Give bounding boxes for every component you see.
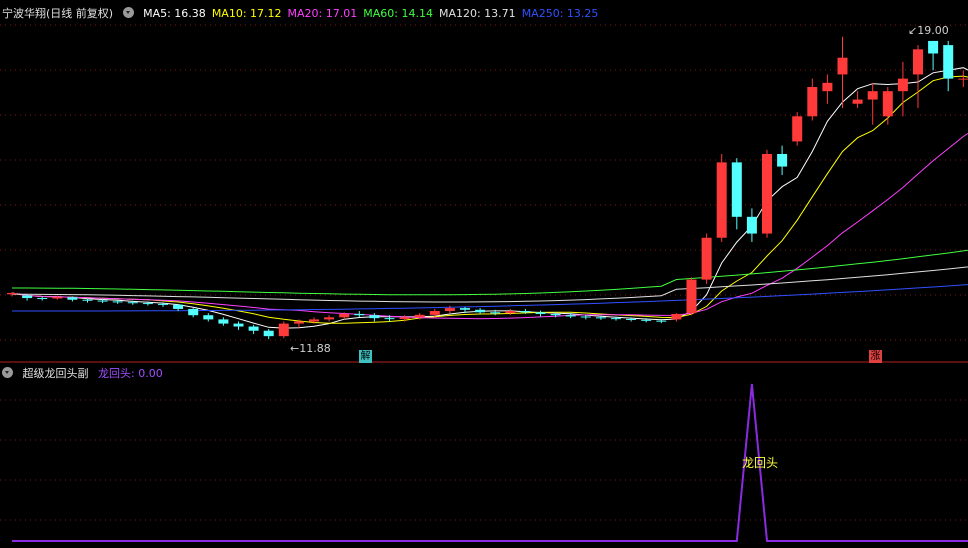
ma-legend-item: MA60: 14.14 — [363, 7, 433, 20]
candle[interactable] — [852, 91, 863, 108]
candle[interactable] — [822, 74, 833, 104]
signal-jie-tag[interactable]: 解 — [359, 350, 372, 363]
ma-legend-item: MA10: 17.12 — [211, 7, 282, 20]
candle[interactable] — [203, 313, 214, 322]
ma5-line — [11, 67, 968, 329]
candle[interactable] — [897, 61, 908, 117]
signal-zhang-tag[interactable]: 涨 — [869, 350, 882, 363]
ma60-line — [12, 249, 968, 296]
candle[interactable] — [369, 313, 380, 322]
ma-legend: MA5: 16.38 MA10: 17.12 MA20: 17.01 MA60: 14… — [143, 7, 604, 20]
longhuitou-line — [12, 383, 968, 542]
indicator-name: 超级龙回头副 — [22, 367, 89, 380]
moving-average-lines — [11, 67, 968, 329]
candle[interactable] — [701, 233, 712, 284]
candle[interactable] — [354, 311, 365, 318]
ma-legend-item: MA250: 13.25 — [521, 7, 599, 20]
candle[interactable] — [263, 329, 274, 340]
candle[interactable] — [928, 40, 939, 71]
candle[interactable] — [746, 208, 757, 242]
candle[interactable] — [188, 308, 199, 318]
candle[interactable] — [475, 308, 486, 314]
candle[interactable] — [943, 40, 954, 92]
candle[interactable] — [278, 321, 289, 339]
high-price-label: ↙19.00 — [908, 24, 949, 37]
indicator-value: 龙回头: 0.00 — [98, 367, 163, 380]
candle[interactable] — [505, 308, 516, 316]
main-dropdown-icon[interactable] — [122, 7, 134, 18]
main-panel-header: 宁波华翔(日线 前复权) MA5: 16.38 MA10: 17.12 MA20: … — [2, 6, 610, 22]
candle[interactable] — [762, 149, 772, 238]
ma10-line — [11, 75, 968, 324]
candle[interactable] — [716, 154, 727, 242]
sub-indicator-plot — [12, 383, 968, 542]
grid-lines — [0, 24, 968, 521]
sub-panel-header: 超级龙回头副 龙回头: 0.00 — [2, 366, 169, 382]
candle[interactable] — [731, 158, 742, 230]
candle[interactable] — [777, 145, 788, 175]
period-label: (日线 前复权) — [46, 7, 114, 20]
candle[interactable] — [173, 303, 184, 312]
ma-legend-item: MA120: 13.71 — [438, 7, 516, 20]
ma120-line — [12, 266, 968, 303]
sub-dropdown-icon[interactable] — [2, 367, 13, 378]
candle[interactable] — [867, 82, 878, 125]
candle[interactable] — [324, 315, 335, 322]
candle[interactable] — [792, 112, 803, 146]
candle[interactable] — [913, 45, 923, 108]
candle[interactable] — [218, 317, 229, 326]
sub-annotation: 龙回头 — [742, 456, 778, 470]
kline-chart[interactable]: ↙19.00 ←11.88 龙回头 — [0, 0, 968, 548]
candle[interactable] — [807, 78, 818, 121]
stock-name: 宁波华翔 — [2, 7, 46, 20]
ma-legend-item: MA5: 16.38 — [143, 7, 206, 20]
candle[interactable] — [837, 36, 848, 108]
candle[interactable] — [671, 313, 682, 322]
candle[interactable] — [535, 310, 546, 317]
low-price-label: ←11.88 — [290, 342, 331, 355]
candle[interactable] — [958, 70, 968, 87]
ma20-line — [11, 132, 968, 320]
ma-legend-item: MA20: 17.01 — [287, 7, 358, 20]
candle[interactable] — [248, 324, 259, 335]
candle[interactable] — [233, 321, 244, 330]
candle[interactable] — [882, 87, 893, 125]
candle[interactable] — [686, 277, 697, 316]
candle[interactable] — [7, 292, 17, 297]
